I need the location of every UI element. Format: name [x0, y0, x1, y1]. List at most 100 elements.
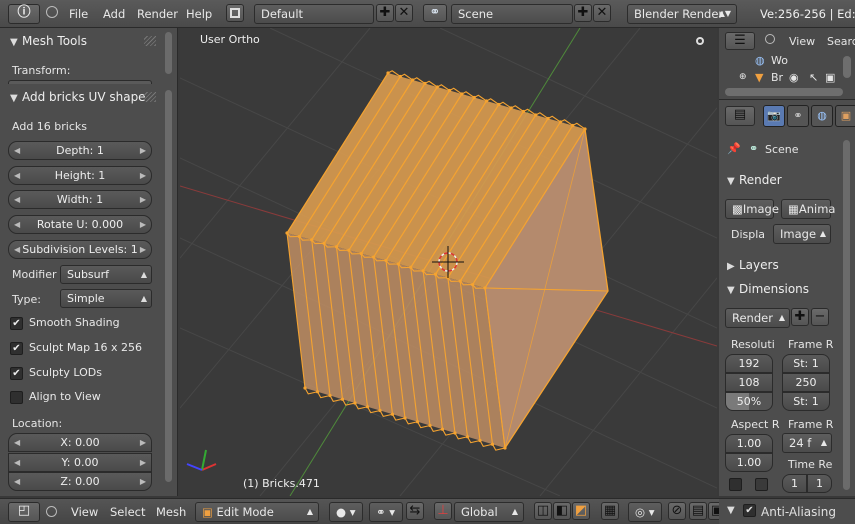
- info-editor-type-button[interactable]: ⓘ: [8, 4, 40, 24]
- snap-toggle-icon[interactable]: ⊘: [668, 502, 686, 520]
- pin-icon[interactable]: 📌: [727, 142, 741, 155]
- resolution-x-field[interactable]: 192: [725, 354, 773, 373]
- add-preset-icon[interactable]: ✚: [791, 308, 809, 326]
- menu-view[interactable]: View: [71, 505, 98, 519]
- viewport-canvas[interactable]: [180, 28, 717, 496]
- depth-field[interactable]: ◀ Depth: 1 ▶: [8, 141, 152, 160]
- mode-dropdown[interactable]: ▣ Edit Mode ▲: [195, 502, 319, 522]
- delete-scene-icon[interactable]: ✕: [593, 4, 611, 22]
- layers-panel-header[interactable]: ▶ Layers: [719, 255, 839, 277]
- location-z-field[interactable]: ◀ Z: 0.00 ▶: [8, 472, 152, 491]
- scrollbar[interactable]: [165, 90, 172, 482]
- antialiasing-panel-header[interactable]: ▼ ✔ Anti-Aliasing: [719, 499, 855, 524]
- modifier-dropdown[interactable]: Subsurf ▲: [60, 265, 152, 284]
- menu-add[interactable]: Add: [103, 7, 125, 21]
- time-remap-new-field[interactable]: 1: [807, 474, 832, 493]
- proportional-editing-dropdown[interactable]: ◎ ▾: [628, 502, 662, 522]
- frame-step-field[interactable]: St: 1: [782, 392, 830, 411]
- outliner-world-item[interactable]: Wo: [771, 54, 788, 67]
- render-tab-icon[interactable]: 📷: [763, 105, 785, 127]
- render-preset-dropdown[interactable]: Render ▲: [725, 308, 790, 328]
- menu-file[interactable]: File: [69, 7, 88, 21]
- align-to-view-checkbox[interactable]: Align to View: [10, 390, 150, 406]
- render-image-button[interactable]: ▩Image: [725, 199, 779, 219]
- object-tab-icon[interactable]: ▣: [835, 105, 855, 127]
- type-dropdown[interactable]: Simple ▲: [60, 289, 152, 308]
- sculpt-map-checkbox[interactable]: ✔ Sculpt Map 16 x 256: [10, 341, 150, 357]
- scrollbar[interactable]: [843, 140, 850, 490]
- horizontal-scrollbar[interactable]: [725, 88, 843, 96]
- render-panel-header[interactable]: ▼ Render: [719, 170, 839, 192]
- render-camera-icon[interactable]: ▣: [825, 71, 835, 84]
- translate-manipulator-icon[interactable]: ⊥: [434, 502, 452, 520]
- scrollbar[interactable]: [843, 56, 851, 78]
- height-field[interactable]: ◀ Height: 1 ▶: [8, 166, 152, 185]
- scene-icon[interactable]: ⚭: [423, 4, 447, 22]
- frame-end-field[interactable]: 250: [782, 373, 830, 392]
- manipulator-toggle-icon[interactable]: ⇆: [406, 502, 424, 520]
- drag-grip-icon[interactable]: [144, 92, 156, 102]
- resolution-y-field[interactable]: 108: [725, 373, 773, 392]
- dimensions-panel-header[interactable]: ▼ Dimensions: [719, 279, 839, 301]
- time-remap-old-field[interactable]: 1: [782, 474, 807, 493]
- snap-element-icon[interactable]: ▤: [689, 502, 707, 520]
- delete-screen-icon[interactable]: ✕: [395, 4, 413, 22]
- bricks-mesh[interactable]: [285, 70, 609, 451]
- collapse-menus-icon[interactable]: [46, 6, 58, 18]
- frame-rate-dropdown[interactable]: 24 f ▲: [782, 433, 832, 453]
- add-scene-icon[interactable]: ✚: [574, 4, 592, 22]
- smooth-shading-checkbox[interactable]: ✔ Smooth Shading: [10, 316, 150, 332]
- pivot-point-dropdown[interactable]: ⚭ ▾: [369, 502, 403, 522]
- menu-select[interactable]: Select: [110, 505, 145, 519]
- outliner-view-menu[interactable]: View: [789, 35, 815, 48]
- antialiasing-checkbox[interactable]: ✔: [743, 504, 756, 517]
- scene-field[interactable]: Scene: [451, 4, 573, 24]
- collapse-menus-icon[interactable]: [46, 506, 57, 517]
- rotate-u-field[interactable]: ◀ Rotate U: 0.000 ▶: [8, 215, 152, 234]
- limit-selection-icon[interactable]: ▦: [601, 502, 619, 520]
- screen-layout-icon[interactable]: [226, 4, 244, 22]
- aspect-y-field[interactable]: 1.00: [725, 453, 773, 472]
- subdivision-levels-field[interactable]: ◀ Subdivision Levels: 1 ▶: [8, 240, 152, 259]
- viewport-shading-dropdown[interactable]: ● ▾: [329, 502, 363, 522]
- remove-preset-icon[interactable]: −: [811, 308, 829, 326]
- expand-plus-icon[interactable]: ⊕: [739, 72, 747, 82]
- screen-layout-field[interactable]: Default: [254, 4, 374, 24]
- collapse-menus-icon[interactable]: [765, 34, 775, 44]
- mesh-tools-header[interactable]: ▼ Mesh Tools: [2, 30, 160, 52]
- render-engine-dropdown[interactable]: Blender Render ▲▼: [627, 4, 737, 24]
- transform-orientation-dropdown[interactable]: Global ▲: [454, 502, 524, 522]
- crop-checkbox[interactable]: [755, 478, 768, 491]
- location-y-field[interactable]: ◀ Y: 0.00 ▶: [8, 453, 152, 472]
- menu-mesh[interactable]: Mesh: [156, 505, 186, 519]
- menu-help[interactable]: Help: [186, 7, 212, 21]
- edge-select-icon[interactable]: ◧: [553, 502, 571, 520]
- 3d-viewport[interactable]: User Ortho (1) Bricks.471: [180, 28, 717, 496]
- location-x-field[interactable]: ◀ X: 0.00 ▶: [8, 433, 152, 452]
- outliner-object-item[interactable]: Br: [771, 71, 783, 84]
- vertex-select-icon[interactable]: ◫: [534, 502, 552, 520]
- world-tab-icon[interactable]: ◍: [811, 105, 833, 127]
- sculpty-lods-checkbox[interactable]: ✔ Sculpty LODs: [10, 366, 150, 382]
- width-field[interactable]: ◀ Width: 1 ▶: [8, 190, 152, 209]
- outliner-editor-type-button[interactable]: ☰: [725, 32, 755, 50]
- properties-editor-type-button[interactable]: ▤: [725, 106, 755, 126]
- viewport-settings-icon[interactable]: [696, 37, 704, 45]
- display-dropdown[interactable]: Image ▲: [773, 224, 831, 244]
- frame-start-field[interactable]: St: 1: [782, 354, 830, 373]
- operator-header[interactable]: ▼ Add bricks UV shape: [2, 86, 160, 108]
- editor-type-button[interactable]: ◰: [8, 502, 40, 522]
- outliner-search-menu[interactable]: Searc: [827, 35, 855, 48]
- resolution-percentage-slider[interactable]: 50%: [725, 392, 773, 411]
- drag-grip-icon[interactable]: [144, 36, 156, 46]
- face-select-icon[interactable]: ◩: [572, 502, 590, 520]
- truncated-button[interactable]: [8, 80, 152, 84]
- select-arrow-icon[interactable]: ↖: [809, 71, 818, 84]
- aspect-x-field[interactable]: 1.00: [725, 434, 773, 453]
- border-checkbox[interactable]: [729, 478, 742, 491]
- scrollbar[interactable]: [165, 32, 172, 74]
- render-layers-tab-icon[interactable]: ⚭: [787, 105, 809, 127]
- add-screen-icon[interactable]: ✚: [376, 4, 394, 22]
- menu-render[interactable]: Render: [137, 7, 178, 21]
- visibility-eye-icon[interactable]: ◉: [789, 71, 799, 84]
